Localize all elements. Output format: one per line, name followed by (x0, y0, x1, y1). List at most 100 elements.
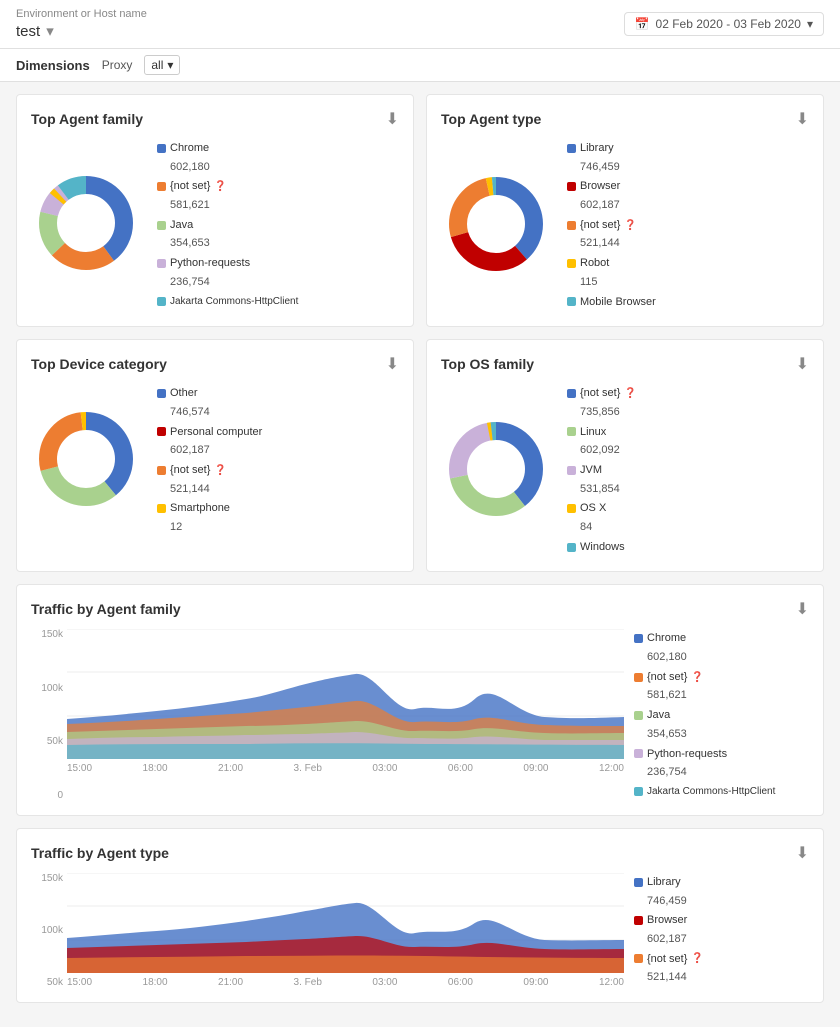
library-value: 746,459 (580, 158, 656, 177)
mobile-browser-color-dot (567, 297, 576, 306)
all-select-value: all (151, 58, 163, 72)
chart-legend-traffic-family: Chrome 602,180 {not set} ❓ 581,621 Jav (634, 629, 809, 801)
legend-item-robot: Robot 115 (567, 254, 656, 291)
legend-item-linux: Linux 602,092 (567, 423, 637, 460)
tat-library-dot (634, 878, 643, 887)
legend-item-jakarta: Jakarta Commons-HttpClient (157, 293, 298, 310)
top-agent-type-card: Top Agent type ⬇ (426, 94, 824, 327)
tat-x-1200: 12:00 (599, 977, 624, 988)
other-color-dot (157, 389, 166, 398)
donut-chart-device (31, 404, 141, 517)
jakarta-color-dot (157, 297, 166, 306)
legend-item-notset: {not set} ❓ 581,621 (157, 177, 298, 214)
osx-value: 84 (580, 518, 637, 537)
card-header-traffic-type: Traffic by Agent type ⬇ (31, 843, 809, 863)
download-agent-type-icon[interactable]: ⬇ (796, 109, 809, 129)
traffic-type-svg (67, 873, 624, 973)
notset-device-help-icon: ❓ (214, 462, 226, 479)
tat-library-label: Library (647, 873, 681, 892)
card-title-device: Top Device category (31, 356, 167, 372)
env-value: test (16, 23, 40, 40)
python-label: Python-requests (170, 254, 250, 273)
tat-browser-value: 602,187 (647, 930, 809, 949)
legend-item-python: Python-requests 236,754 (157, 254, 298, 291)
notset-os-value: 735,856 (580, 403, 637, 422)
windows-label: Windows (580, 538, 625, 557)
notset-type-label: {not set} (580, 216, 620, 235)
tat-y-label-100k: 100k (41, 925, 63, 936)
dimensions-label: Dimensions (16, 58, 90, 73)
taf-chrome-dot (634, 634, 643, 643)
x-label-0300: 03:00 (372, 763, 397, 774)
download-os-icon[interactable]: ⬇ (796, 354, 809, 374)
robot-label: Robot (580, 254, 609, 273)
traffic-type-chart-content: 15:00 18:00 21:00 3. Feb 03:00 06:00 09:… (67, 873, 624, 988)
chart-legend-traffic-type: Library 746,459 Browser 602,187 {not set… (634, 873, 809, 988)
tat-library-value: 746,459 (647, 892, 809, 911)
pc-label: Personal computer (170, 423, 262, 442)
tat-x-0300: 03:00 (372, 977, 397, 988)
osx-color-dot (567, 504, 576, 513)
pc-color-dot (157, 427, 166, 436)
browser-label: Browser (580, 177, 620, 196)
notset-os-color-dot (567, 389, 576, 398)
tat-x-1800: 18:00 (143, 977, 168, 988)
card-header-device: Top Device category ⬇ (31, 354, 399, 374)
smartphone-label: Smartphone (170, 499, 230, 518)
proxy-label: Proxy (102, 58, 133, 72)
smartphone-value: 12 (170, 518, 262, 537)
x-label-3feb: 3. Feb (294, 763, 322, 774)
taf-notset-help-icon: ❓ (691, 669, 703, 686)
taf-legend-chrome: Chrome 602,180 (634, 629, 809, 666)
traffic-agent-family-card: Traffic by Agent family ⬇ 150k 100k 50k … (16, 584, 824, 816)
calendar-icon: 📅 (635, 17, 650, 31)
all-select-dropdown[interactable]: all ▾ (144, 55, 180, 75)
java-value: 354,653 (170, 234, 298, 253)
legend-item-other: Other 746,574 (157, 384, 262, 421)
env-section: Environment or Host name test ▾ (16, 8, 147, 40)
tat-notset-help-icon: ❓ (691, 950, 703, 967)
notset-color-dot (157, 182, 166, 191)
top-device-category-card: Top Device category ⬇ (16, 339, 414, 572)
download-traffic-family-icon[interactable]: ⬇ (796, 599, 809, 619)
tat-browser-label: Browser (647, 911, 687, 930)
x-axis-traffic-type: 15:00 18:00 21:00 3. Feb 03:00 06:00 09:… (67, 973, 624, 988)
tat-notset-label: {not set} (647, 950, 687, 969)
linux-label: Linux (580, 423, 606, 442)
python-value: 236,754 (170, 273, 298, 292)
taf-legend-python: Python-requests 236,754 (634, 745, 809, 782)
legend-item-smartphone: Smartphone 12 (157, 499, 262, 536)
taf-python-value: 236,754 (647, 763, 809, 782)
jakarta-label: Jakarta Commons-HttpClient (170, 293, 298, 310)
notset-device-label: {not set} (170, 461, 210, 480)
traffic-agent-type-card: Traffic by Agent type ⬇ 150k 100k 50k (16, 828, 824, 1003)
taf-java-label: Java (647, 706, 670, 725)
legend-item-windows: Windows (567, 538, 637, 557)
library-color-dot (567, 144, 576, 153)
traffic-family-chart-with-axes: 150k 100k 50k 0 (31, 629, 624, 801)
notset-device-value: 521,144 (170, 480, 262, 499)
taf-legend-java: Java 354,653 (634, 706, 809, 743)
legend-device: Other 746,574 Personal computer 602,187 (157, 384, 262, 538)
tat-y-label-150k: 150k (41, 873, 63, 884)
taf-java-value: 354,653 (647, 725, 809, 744)
traffic-type-chart-with-axes: 150k 100k 50k (31, 873, 624, 988)
tat-notset-value: 521,144 (647, 968, 809, 987)
taf-python-dot (634, 749, 643, 758)
date-range-picker[interactable]: 📅 02 Feb 2020 - 03 Feb 2020 ▾ (624, 12, 824, 36)
top-row-charts: Top Agent family ⬇ (16, 94, 824, 327)
card-header-os: Top OS family ⬇ (441, 354, 809, 374)
download-agent-family-icon[interactable]: ⬇ (386, 109, 399, 129)
windows-color-dot (567, 543, 576, 552)
chrome-value: 602,180 (170, 158, 298, 177)
donut-chart-os (441, 414, 551, 527)
x-label-0600: 06:00 (448, 763, 473, 774)
download-device-icon[interactable]: ⬇ (386, 354, 399, 374)
donut-container-device: Other 746,574 Personal computer 602,187 (31, 384, 399, 538)
download-traffic-type-icon[interactable]: ⬇ (796, 843, 809, 863)
legend-item-personal-computer: Personal computer 602,187 (157, 423, 262, 460)
env-select[interactable]: test ▾ (16, 22, 147, 40)
notset-label: {not set} (170, 177, 210, 196)
tat-legend-notset: {not set} ❓ 521,144 (634, 950, 809, 987)
other-value: 746,574 (170, 403, 262, 422)
